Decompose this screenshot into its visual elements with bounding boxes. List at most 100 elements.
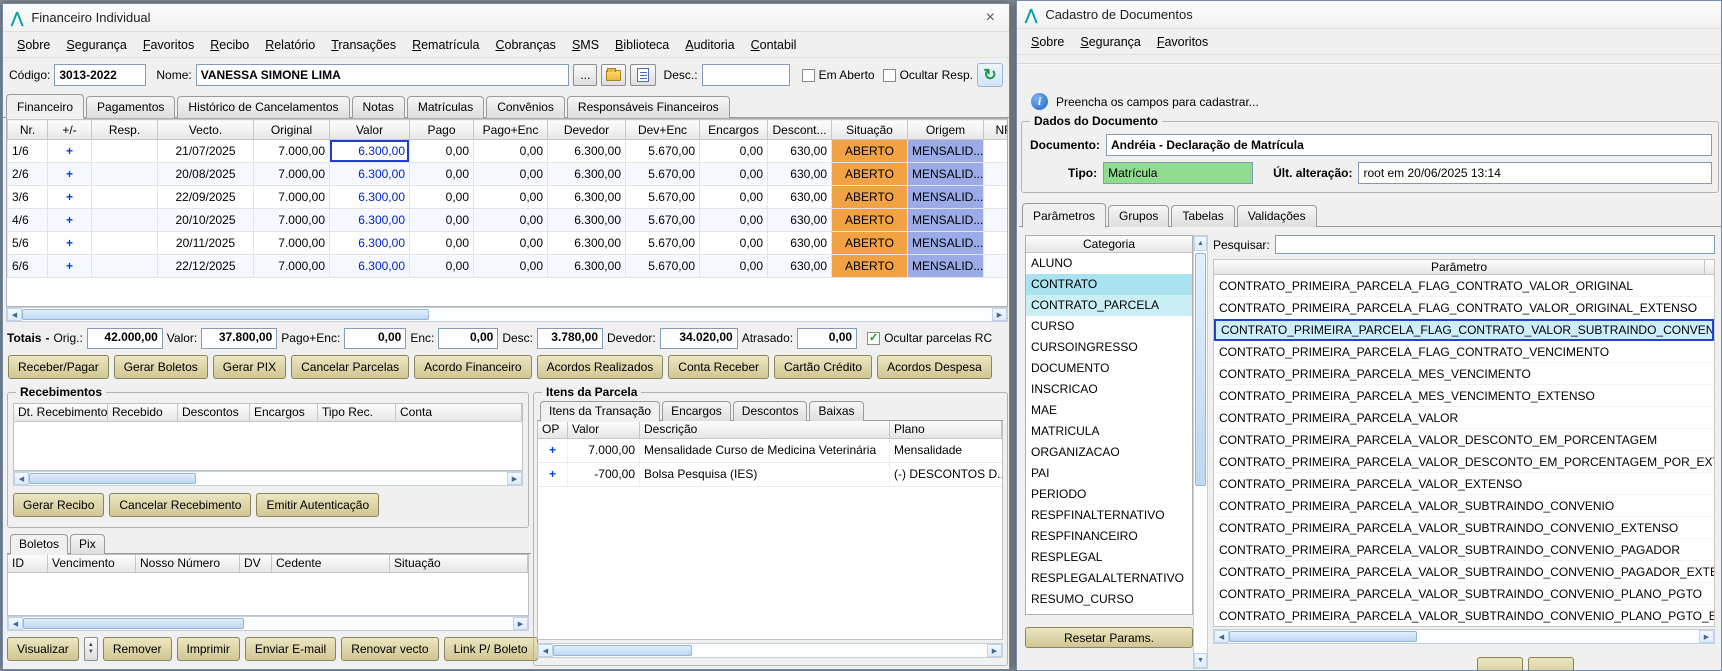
menu-item[interactable]: Contabil	[743, 35, 805, 55]
grid-column-header[interactable]: Original	[253, 119, 330, 140]
parametro-row[interactable]: CONTRATO_PRIMEIRA_PARCELA_MES_VENCIMENTO…	[1214, 385, 1714, 407]
cell-valor[interactable]: 6.300,00	[329, 208, 410, 232]
scroll-down-icon[interactable]: ▼	[1194, 653, 1207, 668]
boletos-column-header[interactable]: Nosso Número	[136, 555, 240, 572]
grid-column-header[interactable]: Resp.	[91, 119, 158, 140]
menu-item[interactable]: Rematrícula	[404, 35, 487, 55]
partial-button[interactable]	[1477, 657, 1523, 670]
boletos-button[interactable]: Link P/ Boleto	[443, 637, 538, 661]
menu-item[interactable]: Favoritos	[1149, 32, 1216, 52]
grid-column-header[interactable]: Descont...	[767, 119, 832, 140]
categoria-item[interactable]: PAI	[1026, 463, 1192, 484]
scroll-right-icon[interactable]: ▶	[1699, 630, 1714, 643]
financeiro-tab[interactable]: Financeiro	[6, 94, 85, 119]
boletos-button[interactable]: Visualizar	[7, 637, 79, 661]
spin-up-icon[interactable]: ▲	[88, 642, 94, 649]
boletos-button[interactable]: Enviar E-mail	[244, 637, 337, 661]
boletos-button[interactable]: Remover	[102, 637, 172, 661]
cadastro-tab[interactable]: Tabelas	[1171, 205, 1235, 227]
recebimentos-column-header[interactable]: Recebido	[108, 404, 178, 421]
boletos-button[interactable]: Renovar vecto	[341, 637, 439, 661]
boletos-column-header[interactable]: ID	[8, 555, 48, 572]
ocultar-rc-checkbox[interactable]: ✓	[867, 331, 881, 345]
categoria-header[interactable]: Categoria	[1026, 236, 1192, 253]
refresh-button[interactable]: ↻	[976, 63, 1003, 87]
grid-hscrollbar[interactable]: ◀ ▶	[6, 307, 1008, 322]
categoria-item[interactable]: PERIODO	[1026, 484, 1192, 505]
nome-input[interactable]	[195, 64, 570, 86]
parametro-row[interactable]: CONTRATO_PRIMEIRA_PARCELA_FLAG_CONTRATO_…	[1214, 341, 1714, 363]
scroll-right-icon[interactable]: ▶	[987, 644, 1002, 657]
menu-item[interactable]: Sobre	[9, 35, 58, 55]
itens-column-header[interactable]: Descrição	[640, 421, 890, 438]
parametro-row[interactable]: CONTRATO_PRIMEIRA_PARCELA_VALOR_DESCONTO…	[1214, 429, 1714, 451]
recebimentos-column-header[interactable]: Tipo Rec.	[318, 404, 396, 421]
categoria-item[interactable]: CONTRATO	[1026, 274, 1192, 295]
menu-item[interactable]: Segurança	[58, 35, 134, 55]
recebimentos-button[interactable]: Emitir Autenticação	[256, 493, 380, 517]
menu-item[interactable]: Biblioteca	[607, 35, 677, 55]
categoria-item[interactable]: MAE	[1026, 400, 1192, 421]
scroll-left-icon[interactable]: ◀	[1214, 630, 1229, 643]
parametro-row[interactable]: CONTRATO_PRIMEIRA_PARCELA_VALOR_SUBTRAIN…	[1214, 605, 1714, 626]
itens-column-header[interactable]: Valor	[568, 421, 640, 438]
menu-item[interactable]: Favoritos	[135, 35, 202, 55]
categoria-item[interactable]: RESPLEGAL	[1026, 547, 1192, 568]
boletos-tab[interactable]: Pix	[70, 534, 105, 554]
tipo-input[interactable]	[1103, 162, 1254, 184]
spin-down-icon[interactable]: ▼	[88, 649, 94, 656]
recebimentos-button[interactable]: Gerar Recibo	[13, 493, 105, 517]
pesquisar-input[interactable]	[1274, 235, 1715, 254]
categoria-item[interactable]: RESPFINANCEIRO	[1026, 526, 1192, 547]
scroll-left-icon[interactable]: ◀	[14, 472, 29, 485]
partial-button[interactable]	[1528, 657, 1574, 670]
parametro-row[interactable]: CONTRATO_PRIMEIRA_PARCELA_VALOR_SUBTRAIN…	[1214, 539, 1714, 561]
scroll-thumb[interactable]	[23, 618, 244, 629]
item-op[interactable]: +	[538, 439, 568, 462]
scroll-up-icon[interactable]: ▲	[1194, 236, 1207, 251]
desc-input[interactable]	[701, 64, 790, 86]
action-button[interactable]: Receber/Pagar	[8, 355, 109, 379]
recebimentos-column-header[interactable]: Encargos	[250, 404, 318, 421]
scroll-thumb[interactable]	[1195, 253, 1206, 487]
recebimentos-column-header[interactable]: Descontos	[178, 404, 250, 421]
grid-column-header[interactable]: +/-	[47, 119, 92, 140]
spin-control[interactable]: ▲ ▼	[83, 637, 98, 661]
boletos-column-header[interactable]: Vencimento	[48, 555, 136, 572]
cell-valor[interactable]: 6.300,00	[329, 185, 410, 209]
action-button[interactable]: Acordos Despesa	[877, 355, 992, 379]
parametro-row[interactable]: CONTRATO_PRIMEIRA_PARCELA_VALOR	[1214, 407, 1714, 429]
boletos-tab[interactable]: Boletos	[10, 534, 69, 555]
boletos-column-header[interactable]: Cedente	[272, 555, 390, 572]
boletos-column-header[interactable]: Situação	[390, 555, 528, 572]
cadastro-tab[interactable]: Grupos	[1108, 205, 1170, 227]
item-row[interactable]: + 7.000,00 Mensalidade Curso de Medicina…	[538, 439, 1002, 463]
cell-valor[interactable]: 6.300,00	[329, 162, 410, 186]
scroll-left-icon[interactable]: ◀	[538, 644, 553, 657]
categoria-item[interactable]: RESPFINALTERNATIVO	[1026, 505, 1192, 526]
cell-valor[interactable]: 6.300,00	[329, 139, 410, 163]
parametro-row[interactable]: CONTRATO_PRIMEIRA_PARCELA_VALOR_SUBTRAIN…	[1214, 495, 1714, 517]
expand-toggle[interactable]: +	[47, 208, 92, 232]
expand-toggle[interactable]: +	[47, 254, 92, 278]
action-button[interactable]: Cartão Crédito	[774, 355, 873, 379]
grid-column-header[interactable]: Vecto.	[157, 119, 254, 140]
grid-column-header[interactable]: Nr.	[7, 119, 48, 140]
parametro-row[interactable]: CONTRATO_PRIMEIRA_PARCELA_FLAG_CONTRATO_…	[1214, 319, 1714, 341]
boletos-hscrollbar[interactable]: ◀ ▶	[7, 616, 529, 631]
categoria-item[interactable]: DOCUMENTO	[1026, 358, 1192, 379]
recebimentos-column-header[interactable]: Dt. Recebimento	[14, 404, 108, 421]
parcela-row[interactable]: 2/6 + 20/08/2025 7.000,00 6.300,00 0,00 …	[7, 162, 1007, 186]
documento-input[interactable]	[1106, 134, 1712, 156]
parametro-row[interactable]: CONTRATO_PRIMEIRA_PARCELA_VALOR_SUBTRAIN…	[1214, 517, 1714, 539]
parametro-row[interactable]: CONTRATO_PRIMEIRA_PARCELA_FLAG_CONTRATO_…	[1214, 297, 1714, 319]
ocultar-resp-checkbox[interactable]	[882, 68, 896, 82]
grid-column-header[interactable]: Valor	[329, 119, 410, 140]
categoria-item[interactable]: RESUMO_CURSO	[1026, 589, 1192, 610]
cadastro-tab[interactable]: Parâmetros	[1022, 203, 1107, 228]
itens-tab[interactable]: Itens da Transação	[540, 401, 661, 422]
alteracao-input[interactable]	[1358, 162, 1712, 184]
menu-item[interactable]: Segurança	[1072, 32, 1148, 52]
menu-item[interactable]: Sobre	[1023, 32, 1072, 52]
grid-column-header[interactable]: Origem	[907, 119, 984, 140]
